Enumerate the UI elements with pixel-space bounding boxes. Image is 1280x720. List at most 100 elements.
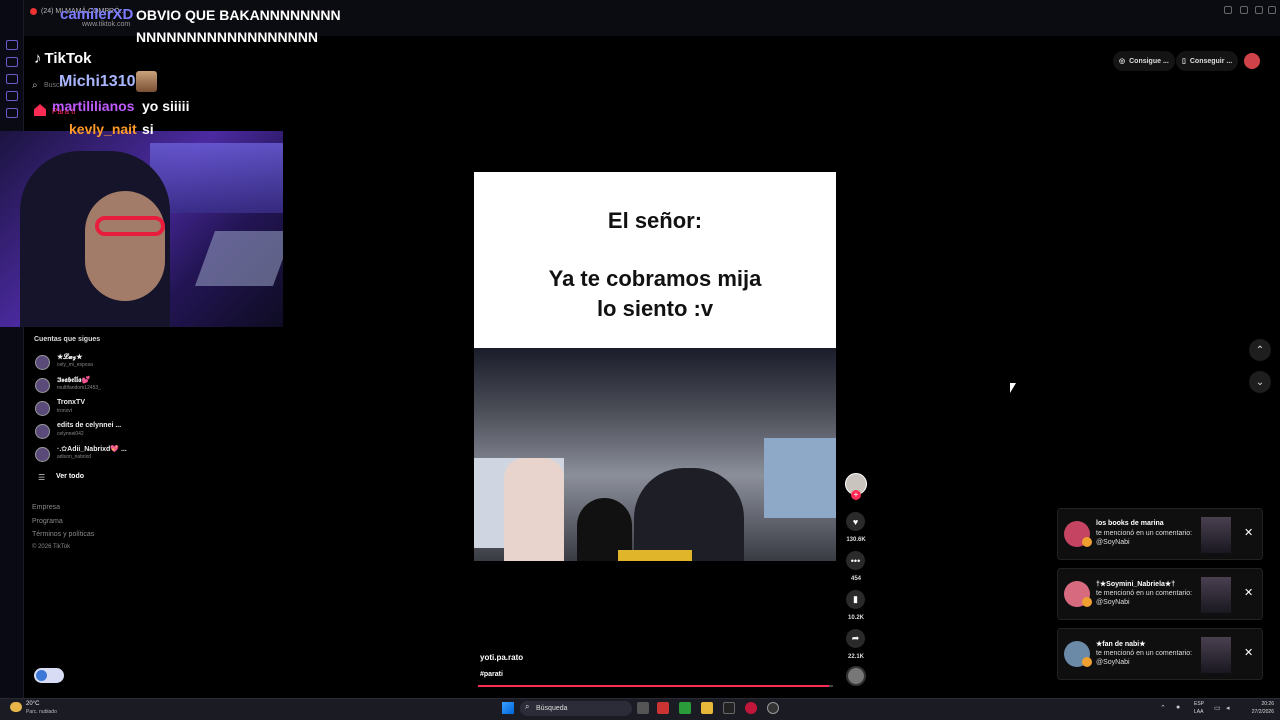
taskbar-search[interactable]: Búsqueda xyxy=(520,701,632,716)
comment-button[interactable]: ••• xyxy=(846,551,865,570)
coin-icon: ◎ xyxy=(1119,58,1126,65)
sidebar-app-icon[interactable] xyxy=(6,108,18,118)
network-icon[interactable]: ▭ xyxy=(1214,704,1221,712)
account-name: ·.✩Adii_Nabrixd💖 ... xyxy=(57,446,127,453)
notification-text: te mencionó en un comentario: @SoyNabi xyxy=(1096,650,1193,666)
webcam-overlay xyxy=(0,131,283,327)
webcam-streamer-face xyxy=(85,191,165,301)
comment-count: 454 xyxy=(850,576,861,582)
close-icon[interactable]: ✕ xyxy=(1244,646,1253,659)
microphone-icon[interactable]: ● xyxy=(1176,704,1180,711)
avatar xyxy=(35,447,50,462)
video-caption-line1: El señor: xyxy=(607,208,703,233)
following-account[interactable]: ·.✩Adii_Nabrixd💖 ... adison_nabrixd xyxy=(34,445,214,465)
notification-title: †★Soymini_Nabriela★† xyxy=(1096,581,1176,588)
weather-desc: Parc. nublado xyxy=(26,709,57,715)
sidebar-app-icon[interactable] xyxy=(6,91,18,101)
sidebar-app-icon[interactable] xyxy=(6,74,18,84)
copyright: © 2026 TikTok xyxy=(32,544,71,550)
video-author[interactable]: yoti.pa.rato xyxy=(480,653,523,662)
like-button[interactable]: ♥ xyxy=(846,512,865,531)
chevron-up-icon: ⌃ xyxy=(1255,344,1265,356)
avatar xyxy=(35,424,50,439)
following-account[interactable]: edits de celynnei ... celynnei042 xyxy=(34,422,214,442)
footer-link-terms[interactable]: Términos y políticas xyxy=(32,531,94,538)
video-progress-fill xyxy=(478,685,830,687)
task-view-icon[interactable] xyxy=(637,702,649,714)
sidebar-app-icon[interactable] xyxy=(6,57,18,67)
following-account[interactable]: TronxTV tronxvt xyxy=(34,399,214,419)
video-frame-scene xyxy=(474,348,836,561)
account-handle: multifandom12453_ xyxy=(57,385,101,391)
youtube-icon xyxy=(30,7,37,15)
get-coins-button[interactable]: ◎ Consigue ... xyxy=(1113,51,1175,71)
search-icon: ⌕ xyxy=(525,702,530,711)
opera-icon[interactable] xyxy=(745,702,757,714)
sidebar-app-icon[interactable] xyxy=(6,40,18,50)
notification-title: los books de marina xyxy=(1096,520,1164,527)
search-icon[interactable]: ⌕ xyxy=(32,80,38,91)
notification-text: te mencionó en un comentario: @SoyNabi xyxy=(1096,530,1193,546)
chat-username: martililianos xyxy=(52,98,135,114)
get-app-label: Conseguir ... xyxy=(1189,57,1233,65)
notification-toast[interactable]: †★Soymini_Nabriela★† te mencionó en un c… xyxy=(1057,568,1263,620)
mention-badge-icon xyxy=(1082,597,1092,607)
scene-sign xyxy=(618,550,692,561)
app-icon[interactable] xyxy=(723,702,735,714)
chat-message: yo siiiii xyxy=(142,98,190,114)
get-app-button[interactable]: ▯ Conseguir ... xyxy=(1176,51,1239,71)
share-button[interactable]: ➦ xyxy=(846,629,865,648)
tiktok-logo[interactable]: ♪ TikTok xyxy=(34,50,91,67)
toolbar-icon[interactable] xyxy=(1224,6,1232,14)
account-handle: celynnei042 xyxy=(57,431,84,437)
list-icon: ☰ xyxy=(38,473,46,482)
weather-icon[interactable] xyxy=(10,702,22,712)
next-video-button[interactable]: ⌄ xyxy=(1249,371,1271,393)
save-button[interactable]: ▮ xyxy=(846,590,865,609)
notification-thumbnail xyxy=(1201,637,1231,673)
account-name: TronxTV xyxy=(57,399,86,406)
profile-avatar[interactable] xyxy=(1244,53,1260,69)
app-icon[interactable] xyxy=(679,702,691,714)
clock-date[interactable]: 27/2/2026 xyxy=(1236,709,1274,715)
tray-layout[interactable]: LAA xyxy=(1194,709,1203,715)
notification-toast[interactable]: los books de marina te mencionó en un co… xyxy=(1057,508,1263,560)
chat-message: OBVIO QUE BAKANNNNNNNNNNNNNNNNNNNNNNNNNN xyxy=(136,7,341,45)
windows-start-icon[interactable] xyxy=(502,702,514,714)
video-player[interactable]: El señor: Ya te cobramos mija lo siento … xyxy=(474,172,836,561)
previous-video-button[interactable]: ⌃ xyxy=(1249,339,1271,361)
volume-icon[interactable]: ◂ xyxy=(1226,704,1230,712)
tray-language[interactable]: ESP xyxy=(1194,701,1204,707)
footer-link-company[interactable]: Empresa xyxy=(32,504,60,511)
follow-plus-icon[interactable]: + xyxy=(851,490,861,500)
file-explorer-icon[interactable] xyxy=(701,702,713,714)
following-account[interactable]: ★𝓛𝓾𝔃★ cely_mi_esposa xyxy=(34,353,214,373)
minimize-icon[interactable] xyxy=(1240,6,1248,14)
following-account[interactable]: 𝕴𝖘𝖆𝖇𝖊𝖑𝖑𝖆💕 multifandom12453_ xyxy=(34,376,214,396)
weather-temp[interactable]: 20°C xyxy=(26,701,39,707)
heart-icon: ♥ xyxy=(852,516,859,527)
app-icon[interactable] xyxy=(657,702,669,714)
share-icon: ➦ xyxy=(851,633,860,643)
notification-toast[interactable]: ★fan de nabi★ te mencionó en un comentar… xyxy=(1057,628,1263,680)
chat-username: camilerXD xyxy=(60,6,134,23)
close-icon[interactable]: ✕ xyxy=(1244,526,1253,539)
footer-link-program[interactable]: Programa xyxy=(32,518,63,525)
home-icon[interactable] xyxy=(34,104,46,116)
tiktok-logo-text: TikTok xyxy=(44,50,92,67)
video-caption-line2b: lo siento :v xyxy=(596,296,714,321)
scene-person xyxy=(504,458,564,561)
clock-time[interactable]: 20:26 xyxy=(1244,701,1274,707)
tray-chevron-icon[interactable]: ⌃ xyxy=(1160,704,1166,712)
close-icon[interactable]: ✕ xyxy=(1244,586,1253,599)
see-all-link[interactable]: Ver todo xyxy=(56,473,84,480)
video-caption-line2: Ya te cobramos mija lo siento :v xyxy=(474,264,836,324)
video-hashtag[interactable]: #parati xyxy=(480,671,503,678)
share-count: 22.1K xyxy=(847,654,864,660)
maximize-icon[interactable] xyxy=(1255,6,1263,14)
sound-disc-icon[interactable] xyxy=(846,666,866,686)
close-window-icon[interactable] xyxy=(1268,6,1276,14)
app-icon[interactable] xyxy=(767,702,779,714)
account-name: 𝕴𝖘𝖆𝖇𝖊𝖑𝖑𝖆💕 xyxy=(57,377,91,384)
like-count: 130.6K xyxy=(846,537,866,543)
